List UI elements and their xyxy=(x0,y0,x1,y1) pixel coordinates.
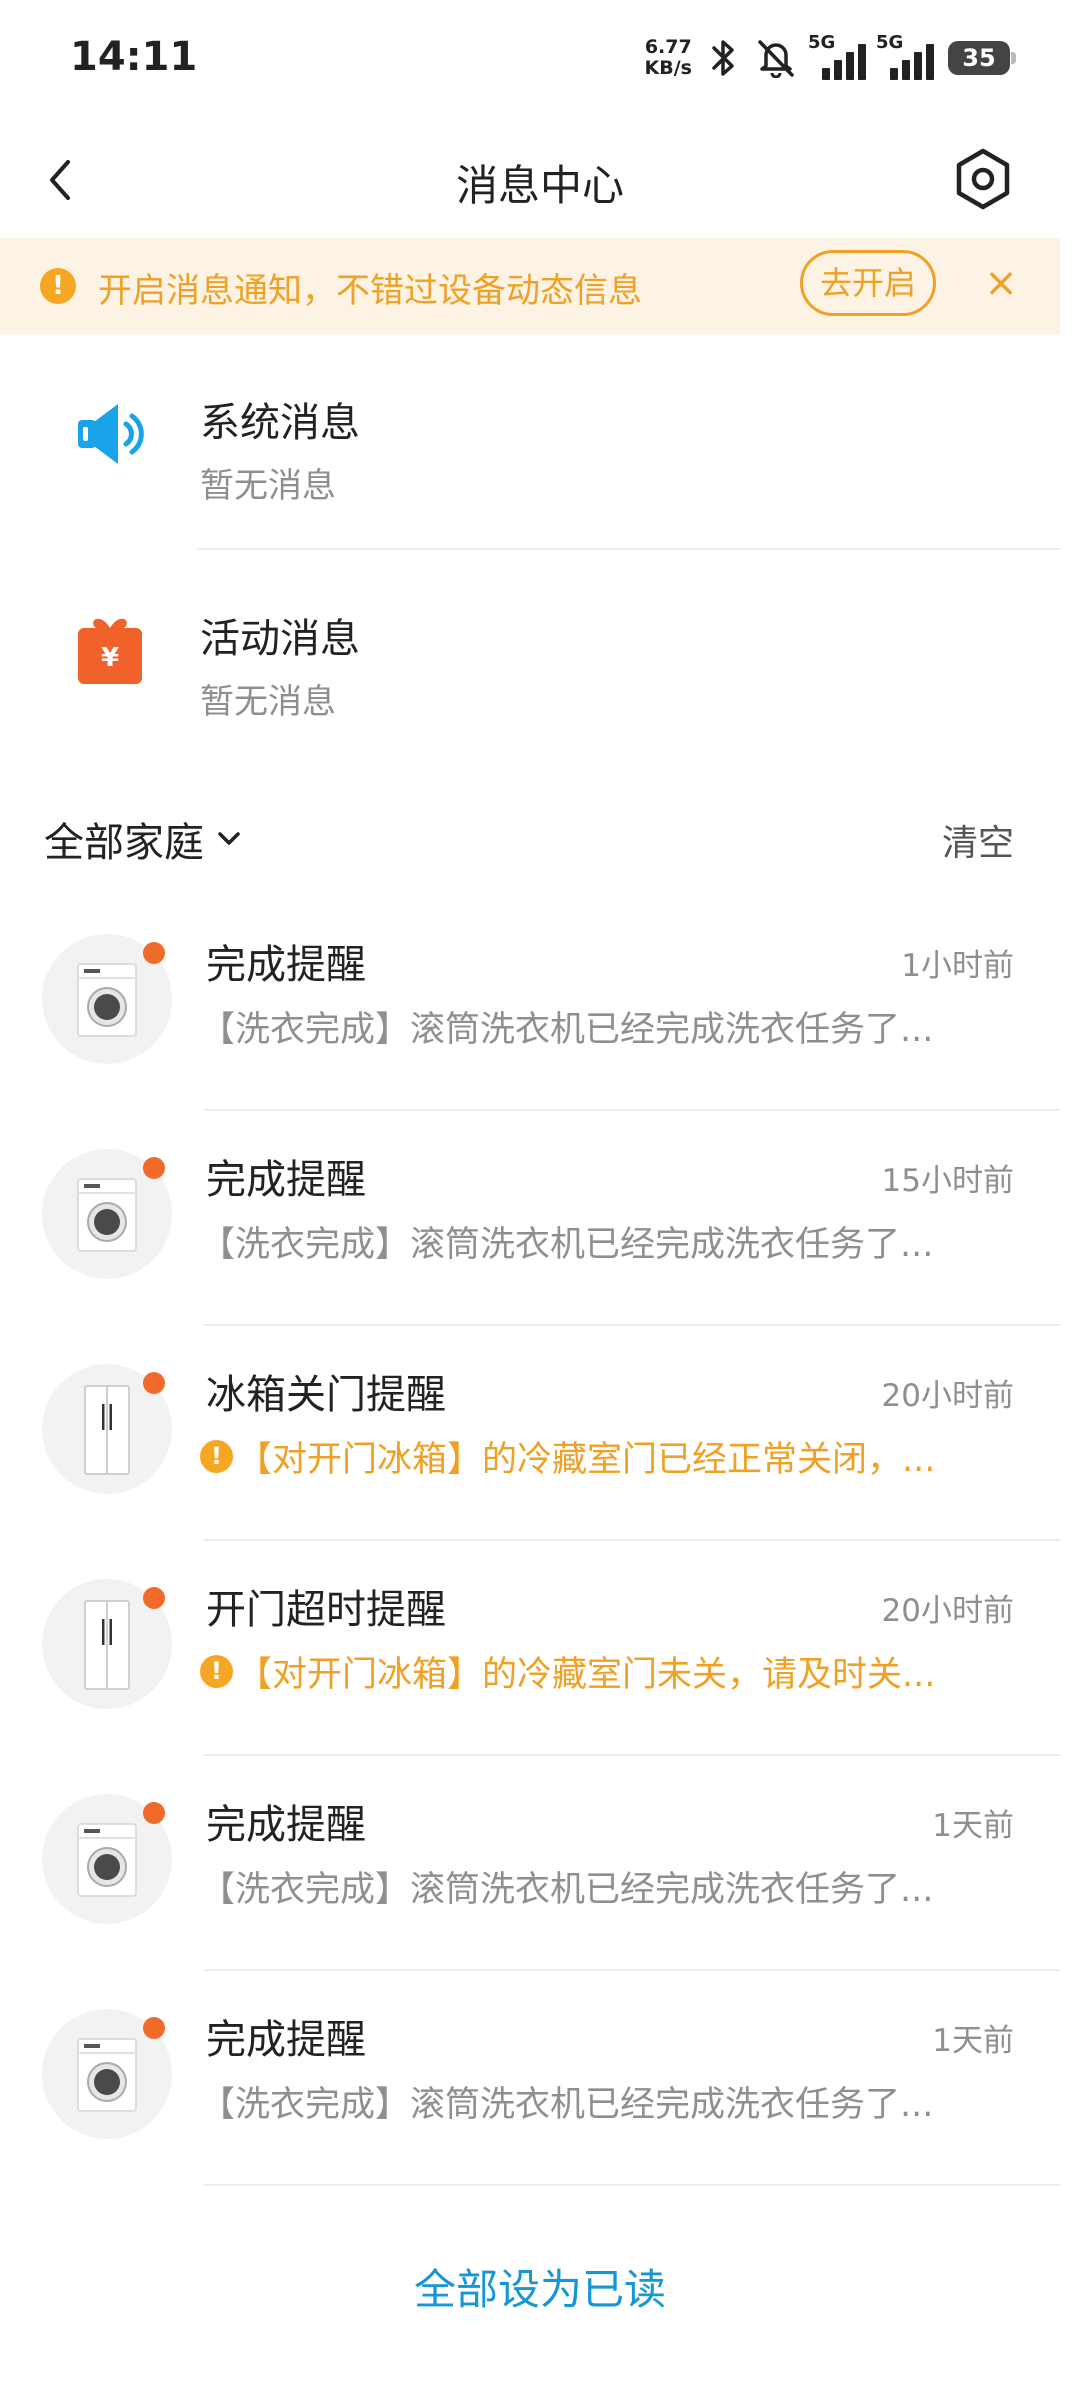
warning-icon: ! xyxy=(200,1655,233,1688)
unread-dot xyxy=(143,1372,165,1394)
family-dropdown[interactable]: 全部家庭 xyxy=(44,810,244,868)
sim2-network-type: 5G xyxy=(876,32,904,53)
gift-icon-label: ¥ xyxy=(101,643,119,673)
message-time: 1小时前 xyxy=(901,948,1014,984)
message-preview: 【洗衣完成】滚筒洗衣机已经完成洗衣任务了... xyxy=(200,2076,1000,2127)
signal-sim1-icon: 5G xyxy=(808,32,866,80)
enable-notifications-button[interactable]: 去开启 xyxy=(800,250,936,316)
message-item[interactable]: 冰箱关门提醒 20小时前 ! 【对开门冰箱】的冷藏室门已经正常关闭，... xyxy=(0,1326,1060,1541)
activity-messages-row[interactable]: ¥ 活动消息 暂无消息 xyxy=(0,550,1060,760)
message-time: 15小时前 xyxy=(881,1163,1014,1199)
speaker-icon xyxy=(78,404,144,464)
message-item[interactable]: 开门超时提醒 20小时前 ! 【对开门冰箱】的冷藏室门未关，请及时关... xyxy=(0,1541,1060,1756)
unread-dot xyxy=(143,2017,165,2039)
sim1-network-type: 5G xyxy=(808,32,836,53)
settings-button[interactable] xyxy=(950,146,1016,212)
divider xyxy=(204,2184,1060,2186)
message-title: 完成提醒 xyxy=(206,942,366,988)
status-icons: 6.77 KB/s 5G 5G 35 xyxy=(645,30,1016,86)
system-messages-title: 系统消息 xyxy=(200,400,360,446)
message-preview: ! 【对开门冰箱】的冷藏室门未关，请及时关... xyxy=(200,1646,1000,1697)
unread-dot xyxy=(143,1802,165,1824)
message-preview-text: 【洗衣完成】滚筒洗衣机已经完成洗衣任务了... xyxy=(200,2085,934,2125)
bluetooth-icon xyxy=(712,40,734,76)
message-preview: 【洗衣完成】滚筒洗衣机已经完成洗衣任务了... xyxy=(200,1861,1000,1912)
message-title: 完成提醒 xyxy=(206,1157,366,1203)
network-speed: 6.77 KB/s xyxy=(645,37,692,79)
family-dropdown-label: 全部家庭 xyxy=(44,820,204,866)
message-time: 20小时前 xyxy=(881,1593,1014,1629)
notification-banner: ! 开启消息通知，不错过设备动态信息 去开启 × xyxy=(0,238,1060,334)
message-time: 1天前 xyxy=(932,2023,1014,2059)
message-item[interactable]: 完成提醒 1小时前 【洗衣完成】滚筒洗衣机已经完成洗衣任务了... xyxy=(0,896,1060,1111)
page-title: 消息中心 xyxy=(455,161,624,210)
hexagon-gear-icon xyxy=(956,148,1010,210)
message-preview-text: 【对开门冰箱】的冷藏室门已经正常关闭，... xyxy=(237,1440,936,1480)
warning-icon: ! xyxy=(200,1440,233,1473)
message-preview: ! 【对开门冰箱】的冷藏室门已经正常关闭，... xyxy=(200,1431,1000,1482)
bell-muted-icon xyxy=(758,40,794,78)
battery-icon: 35 xyxy=(948,41,1016,75)
message-item[interactable]: 完成提醒 1天前 【洗衣完成】滚筒洗衣机已经完成洗衣任务了... xyxy=(0,1756,1060,1971)
close-banner-button[interactable]: × xyxy=(980,258,1022,308)
network-speed-unit: KB/s xyxy=(644,57,692,79)
notification-banner-text: 开启消息通知，不错过设备动态信息 xyxy=(98,271,642,311)
unread-dot xyxy=(143,1587,165,1609)
warning-icon: ! xyxy=(40,268,76,304)
message-preview: 【洗衣完成】滚筒洗衣机已经完成洗衣任务了... xyxy=(200,1216,1000,1267)
message-preview-text: 【洗衣完成】滚筒洗衣机已经完成洗衣任务了... xyxy=(200,1225,934,1265)
message-title: 完成提醒 xyxy=(206,1802,366,1848)
message-preview: 【洗衣完成】滚筒洗衣机已经完成洗衣任务了... xyxy=(200,1001,1000,1052)
message-time: 20小时前 xyxy=(881,1378,1014,1414)
unread-dot xyxy=(143,1157,165,1179)
message-title: 冰箱关门提醒 xyxy=(206,1372,446,1418)
filter-row: 全部家庭 清空 xyxy=(0,800,1060,880)
header: 消息中心 xyxy=(0,118,1080,240)
clear-button[interactable]: 清空 xyxy=(942,814,1014,866)
unread-dot xyxy=(143,942,165,964)
message-item[interactable]: 完成提醒 1天前 【洗衣完成】滚筒洗衣机已经完成洗衣任务了... xyxy=(0,1971,1060,2186)
chevron-down-icon xyxy=(218,832,240,845)
network-speed-value: 6.77 xyxy=(644,36,692,58)
message-preview-text: 【洗衣完成】滚筒洗衣机已经完成洗衣任务了... xyxy=(200,1010,934,1050)
message-item[interactable]: 完成提醒 15小时前 【洗衣完成】滚筒洗衣机已经完成洗衣任务了... xyxy=(0,1111,1060,1326)
signal-sim2-icon: 5G xyxy=(876,32,934,80)
message-title: 开门超时提醒 xyxy=(206,1587,446,1633)
activity-messages-subtitle: 暂无消息 xyxy=(200,682,336,722)
system-messages-subtitle: 暂无消息 xyxy=(200,466,336,506)
message-title: 完成提醒 xyxy=(206,2017,366,2063)
message-time: 1天前 xyxy=(932,1808,1014,1844)
system-messages-row[interactable]: 系统消息 暂无消息 xyxy=(0,334,1060,550)
status-bar: 14:11 6.77 KB/s 5G 5G 35 xyxy=(0,0,1080,118)
status-time: 14:11 xyxy=(70,34,198,80)
mark-all-read-button[interactable]: 全部设为已读 xyxy=(0,2256,1080,2317)
activity-messages-title: 活动消息 xyxy=(200,616,360,662)
gift-icon: ¥ xyxy=(78,618,142,684)
message-preview-text: 【洗衣完成】滚筒洗衣机已经完成洗衣任务了... xyxy=(200,1870,934,1910)
message-preview-text: 【对开门冰箱】的冷藏室门未关，请及时关... xyxy=(237,1655,936,1695)
